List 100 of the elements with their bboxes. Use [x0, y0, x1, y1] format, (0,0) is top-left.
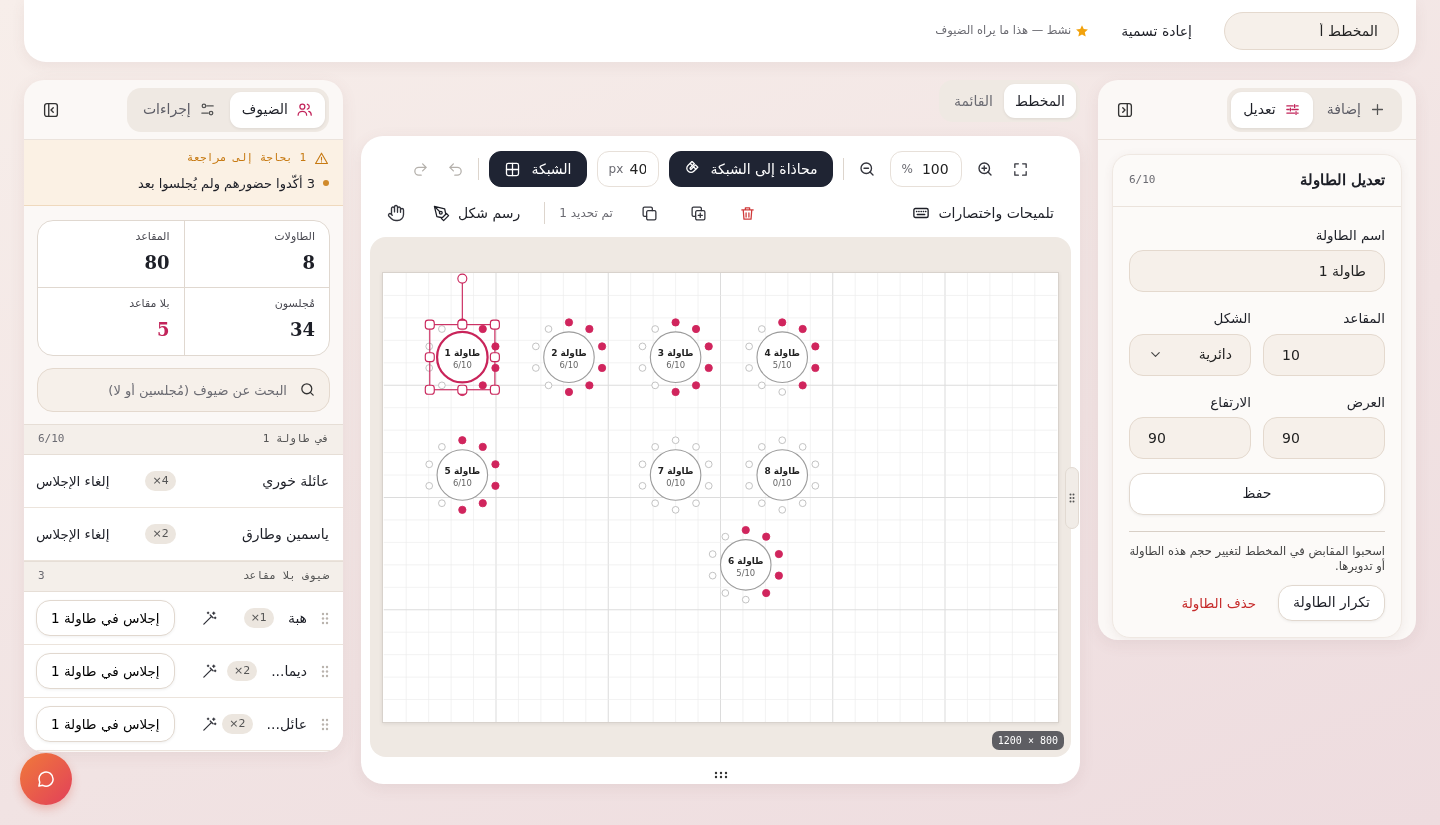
party-size: ×4	[145, 470, 176, 492]
field-label: الشكل	[1212, 309, 1251, 329]
unit-label: %	[901, 161, 913, 178]
section-title: ضيوف بلا مقاعد	[242, 568, 329, 585]
alert-title: 1 بحاجة إلى مراجعة	[186, 150, 306, 166]
trash-icon	[738, 204, 756, 222]
table-circle[interactable]	[436, 448, 489, 501]
unseat-button[interactable]: إلغاء الإجلاس	[36, 470, 122, 492]
zoom-out-icon	[857, 160, 876, 178]
table-count: 6/10	[666, 359, 686, 370]
zoom-in-icon	[975, 160, 994, 178]
unseat-button[interactable]: إلغاء الإجلاس	[36, 523, 122, 545]
table-name: طاولة 2	[551, 347, 587, 358]
status-text: نشط — هذا ما يراه الضيوف	[935, 22, 1072, 40]
view-tab[interactable]: القائمة	[942, 84, 1004, 118]
sliders-icon	[1283, 101, 1301, 118]
stat-label: مُجلسون	[273, 296, 315, 312]
view-tab[interactable]: المخطط	[1003, 84, 1076, 118]
table-circle[interactable]	[543, 330, 595, 383]
seat-guest-button[interactable]: إجلاس في طاولة 1	[36, 600, 175, 636]
name-field[interactable]: طاولة 1	[1129, 250, 1385, 293]
panel-tab[interactable]: الضيوف	[229, 91, 325, 128]
panel-icon	[1116, 100, 1134, 119]
draw-shape-button[interactable]: رسم شكل	[433, 202, 521, 224]
table-name: طاولة 7	[657, 465, 694, 476]
section-count: 3	[38, 568, 45, 585]
bullet-icon	[323, 180, 329, 187]
shape-select[interactable]: دائرية	[1129, 333, 1251, 376]
party-size: ×2	[226, 660, 258, 682]
selection-count: تم تحديد 1	[559, 205, 613, 222]
table-circle[interactable]	[649, 448, 702, 501]
panel-tab[interactable]: إضافة	[1314, 91, 1398, 128]
editor-title: تعديل الطاولة	[1299, 170, 1385, 192]
copy-plus-icon	[689, 204, 707, 222]
field-label: العرض	[1345, 392, 1385, 412]
field-label: اسم الطاولة	[1314, 226, 1385, 246]
plus-icon	[1369, 101, 1386, 118]
stat-value: 8	[301, 253, 315, 272]
drag-handle-icon[interactable]	[321, 717, 329, 731]
stat-label: الطاولات	[273, 229, 315, 245]
stat-value: 34	[288, 320, 315, 339]
copy-icon	[640, 204, 658, 222]
resize-handles[interactable]	[424, 273, 500, 395]
fullscreen-icon	[1011, 160, 1029, 178]
section-title: في طاولة 1	[262, 431, 329, 448]
table-name: طاولة 6	[727, 555, 764, 566]
number-field[interactable]: 90	[1263, 416, 1385, 459]
drag-handle-icon[interactable]	[321, 664, 329, 678]
panel-tab[interactable]: تعديل	[1231, 91, 1313, 128]
sliders-icon	[198, 101, 216, 118]
toggle-button[interactable]: الشبكة	[489, 151, 587, 187]
stat-label: المقاعد	[134, 229, 170, 245]
panel-icon	[42, 100, 60, 119]
party-size: ×1	[243, 607, 274, 629]
number-field[interactable]: 10	[1263, 333, 1385, 376]
table-name: طاولة 4	[764, 347, 801, 358]
panel-tab[interactable]: إجراءات	[130, 91, 228, 128]
magic-wand-icon	[200, 662, 218, 680]
alert-text: 3 أكّدوا حضورهم ولم يُجلسوا بعد	[137, 173, 315, 193]
search-icon	[299, 381, 316, 398]
save-button[interactable]: حفظ	[1129, 472, 1385, 515]
canvas-size: 1200 × 800	[991, 731, 1064, 750]
table-circle[interactable]	[719, 538, 772, 591]
guest-name: ديما...	[271, 661, 307, 681]
table-circle[interactable]	[756, 448, 809, 501]
delete-table-link[interactable]: حذف الطاولة	[1175, 591, 1263, 614]
table-circle[interactable]	[756, 330, 809, 383]
table-count: 6/10	[452, 477, 472, 488]
unit-label: px	[608, 161, 624, 178]
table-count: 6/10	[452, 359, 472, 370]
seat-guest-button[interactable]: إجلاس في طاولة 1	[36, 653, 175, 689]
table-count: 0/10	[772, 477, 792, 488]
field-label: المقاعد	[1342, 309, 1385, 329]
duplicate-table-button[interactable]: تكرار الطاولة	[1278, 584, 1385, 621]
rename-button[interactable]: إعادة تسمية	[1113, 16, 1200, 46]
warning-icon	[314, 150, 329, 166]
table-name: طاولة 8	[764, 465, 801, 476]
hints-button[interactable]: تلميحات واختصارات	[912, 202, 1054, 224]
side-resize-handle[interactable]	[1065, 467, 1079, 529]
magic-wand-icon	[200, 715, 218, 733]
hand-icon	[387, 204, 405, 222]
party-size: ×2	[145, 523, 176, 545]
hint-text: اسحبوا المقابض في المخطط لتغيير حجم هذه الطاولة أو تدويرها.	[1129, 543, 1385, 575]
drag-handle-icon[interactable]	[321, 611, 329, 625]
table-circle[interactable]	[435, 330, 489, 384]
table-count: 0/10	[666, 477, 686, 488]
table-circle[interactable]	[649, 330, 702, 383]
toggle-button[interactable]: محاذاة إلى الشبكة	[668, 151, 833, 187]
guest-name: عائل...	[266, 714, 307, 734]
table-count: 6/10	[559, 359, 579, 370]
redo-icon	[412, 160, 430, 178]
seat-guest-button[interactable]: إجلاس في طاولة 1	[36, 706, 175, 742]
number-field[interactable]: 90	[1129, 416, 1251, 459]
resize-grip[interactable]	[713, 771, 728, 779]
chat-button[interactable]	[20, 753, 72, 805]
stat-value: 80	[143, 253, 170, 272]
chat-bubble-icon	[36, 769, 56, 789]
pen-icon	[433, 204, 450, 222]
guest-name: ياسمين وطارق	[241, 524, 329, 545]
grid-icon	[504, 160, 522, 178]
